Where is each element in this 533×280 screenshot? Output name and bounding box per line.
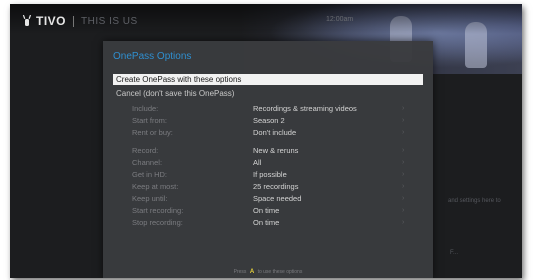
option-start-from[interactable]: Start from: Season 2 › [132,115,422,127]
chevron-right-icon: › [402,117,405,124]
option-label: Get in HD: [132,170,168,179]
option-label: Record: [132,146,159,155]
option-value: Don't include [253,128,297,137]
footer-suffix: to use these options [257,269,303,275]
footer-hint: Press A to use these options [103,269,433,275]
option-value: On time [253,218,280,227]
option-value: All [253,158,262,167]
option-value: Space needed [253,194,302,203]
chevron-right-icon: › [402,147,405,154]
option-value: New & reruns [253,146,299,155]
background-text: and settings here to [448,198,501,204]
chevron-right-icon: › [402,159,405,166]
option-label: Keep until: [132,194,168,203]
clock: 12:00am [326,16,354,23]
option-label: Start recording: [132,206,184,215]
option-label: Channel: [132,158,163,167]
cancel-onepass-button[interactable]: Cancel (don't save this OnePass) [116,89,234,98]
option-channel[interactable]: Channel: All › [132,157,422,169]
option-value: Recordings & streaming videos [253,104,357,113]
a-button-icon: A [249,269,255,275]
tivo-antenna-icon [22,14,32,26]
option-label: Rent or buy: [132,128,173,137]
top-bar: TIVO THIS IS US 12:00am [10,4,522,34]
option-include[interactable]: Include: Recordings & streaming videos › [132,103,422,115]
brand-name: TIVO [36,14,67,28]
option-label: Stop recording: [132,218,183,227]
footer-prefix: Press [233,269,247,275]
option-label: Include: [132,104,159,113]
option-value: Season 2 [253,116,285,125]
chevron-right-icon: › [402,195,405,202]
chevron-right-icon: › [402,183,405,190]
option-label: Start from: [132,116,168,125]
background-text: F... [450,250,459,256]
chevron-right-icon: › [402,129,405,136]
header-divider [73,15,75,27]
option-keep-until[interactable]: Keep until: Space needed › [132,193,422,205]
option-keep-at-most[interactable]: Keep at most: 25 recordings › [132,181,422,193]
chevron-right-icon: › [402,171,405,178]
option-record[interactable]: Record: New & reruns › [132,145,422,157]
option-get-in-hd[interactable]: Get in HD: If possible › [132,169,422,181]
tv-screen: TIVO THIS IS US 12:00am and settings her… [10,4,522,278]
chevron-right-icon: › [402,207,405,214]
dialog-title: OnePass Options [113,51,192,62]
option-start-recording[interactable]: Start recording: On time › [132,205,422,217]
tivo-logo: TIVO THIS IS US [22,14,138,28]
option-value: If possible [253,170,287,179]
create-onepass-button[interactable]: Create OnePass with these options [113,74,423,85]
option-label: Keep at most: [132,182,179,191]
show-title: THIS IS US [81,15,138,27]
onepass-options-dialog: OnePass Options Create OnePass with thes… [103,41,433,278]
option-value: 25 recordings [253,182,299,191]
chevron-right-icon: › [402,105,405,112]
option-stop-recording[interactable]: Stop recording: On time › [132,217,422,229]
chevron-right-icon: › [402,219,405,226]
option-rent-or-buy[interactable]: Rent or buy: Don't include › [132,127,422,139]
option-value: On time [253,206,280,215]
